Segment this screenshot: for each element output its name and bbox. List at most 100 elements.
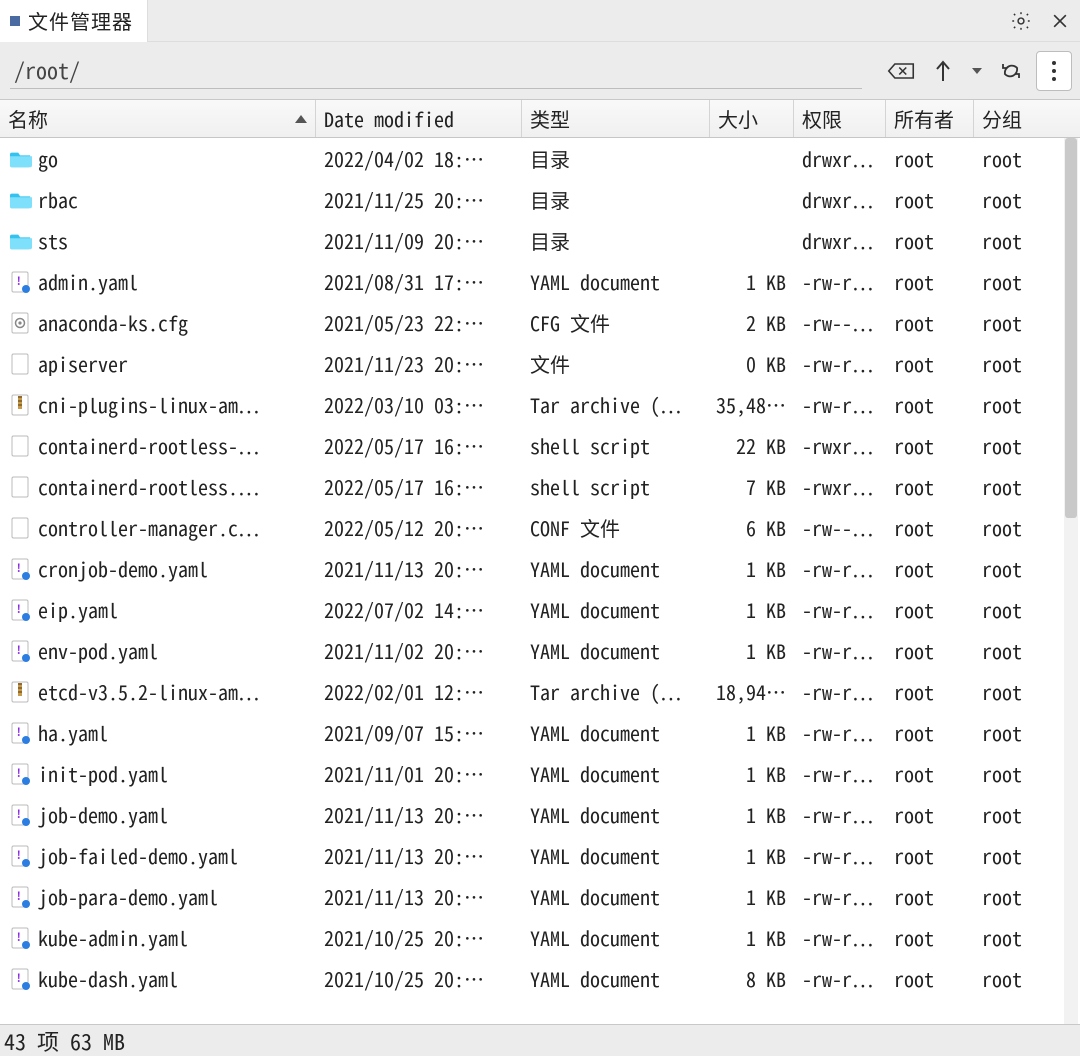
file-date: 2021/11/09 20:…: [316, 226, 522, 255]
file-icon: [10, 353, 32, 375]
close-icon[interactable]: [1050, 11, 1070, 31]
file-size: 22 KB: [710, 431, 794, 460]
file-size: 1 KB: [710, 595, 794, 624]
column-headers: 名称 Date modified 类型 大小 权限 所有者 分组: [0, 100, 1080, 138]
svg-text:!: !: [16, 560, 22, 576]
file-group: root: [974, 800, 1046, 829]
file-name: sts: [38, 226, 316, 255]
table-row[interactable]: !job-failed-demo.yaml2021/11/13 20:…YAML…: [0, 835, 1062, 876]
file-group: root: [974, 431, 1046, 460]
table-row[interactable]: !job-para-demo.yaml2021/11/13 20:…YAML d…: [0, 876, 1062, 917]
yaml-icon: !: [10, 968, 32, 990]
gear-icon[interactable]: [1010, 10, 1032, 32]
table-row[interactable]: controller-manager.c…2022/05/12 20:…CONF…: [0, 507, 1062, 548]
header-size[interactable]: 大小: [710, 100, 794, 137]
file-name: containerd-rootless-…: [38, 431, 316, 460]
scrollbar-thumb[interactable]: [1065, 138, 1077, 518]
file-perm: -rw-r…: [794, 800, 886, 829]
file-size: 1 KB: [710, 718, 794, 747]
file-type: YAML document: [522, 841, 710, 870]
file-type: YAML document: [522, 718, 710, 747]
table-row[interactable]: cni-plugins-linux-am…2022/03/10 03:…Tar …: [0, 384, 1062, 425]
table-row[interactable]: sts2021/11/09 20:…目录drwxr…rootroot: [0, 220, 1062, 261]
file-owner: root: [886, 923, 974, 952]
svg-text:!: !: [16, 273, 22, 289]
file-owner: root: [886, 431, 974, 460]
tar-icon: [10, 681, 32, 703]
svg-text:!: !: [16, 642, 22, 658]
svg-text:!: !: [16, 765, 22, 781]
file-name: admin.yaml: [38, 267, 316, 296]
file-date: 2022/04/02 18:…: [316, 144, 522, 173]
header-group[interactable]: 分组: [974, 100, 1046, 137]
file-owner: root: [886, 554, 974, 583]
tab-file-manager[interactable]: 文件管理器: [0, 0, 148, 42]
table-row[interactable]: !env-pod.yaml2021/11/02 20:…YAML documen…: [0, 630, 1062, 671]
file-size: 1 KB: [710, 923, 794, 952]
up-icon[interactable]: [926, 54, 960, 88]
table-row[interactable]: !kube-dash.yaml2021/10/25 20:…YAML docum…: [0, 958, 1062, 999]
svg-text:!: !: [16, 970, 22, 986]
tab-title: 文件管理器: [28, 6, 133, 35]
file-size: 35,48…: [710, 390, 794, 419]
file-date: 2021/10/25 20:…: [316, 964, 522, 993]
tar-icon: [10, 394, 32, 416]
status-text: 43 项 63 MB: [4, 1025, 125, 1056]
file-owner: root: [886, 882, 974, 911]
file-date: 2021/11/01 20:…: [316, 759, 522, 788]
file-name: job-failed-demo.yaml: [38, 841, 316, 870]
header-date[interactable]: Date modified: [316, 100, 522, 137]
yaml-icon: !: [10, 927, 32, 949]
file-group: root: [974, 964, 1046, 993]
file-owner: root: [886, 964, 974, 993]
table-row[interactable]: !ha.yaml2021/09/07 15:…YAML document1 KB…: [0, 712, 1062, 753]
table-row[interactable]: anaconda-ks.cfg2021/05/23 22:…CFG 文件2 KB…: [0, 302, 1062, 343]
address-bar: /root/: [0, 42, 1080, 100]
scrollbar[interactable]: [1064, 138, 1078, 1024]
file-perm: -rw--…: [794, 308, 886, 337]
file-name: go: [38, 144, 316, 173]
file-perm: -rw-r…: [794, 349, 886, 378]
file-group: root: [974, 677, 1046, 706]
refresh-icon[interactable]: [994, 54, 1028, 88]
table-row[interactable]: apiserver2021/11/23 20:…文件0 KB-rw-r…root…: [0, 343, 1062, 384]
file-date: 2022/07/02 14:…: [316, 595, 522, 624]
file-list-container: go2022/04/02 18:…目录drwxr…rootrootrbac202…: [0, 138, 1080, 1024]
file-group: root: [974, 308, 1046, 337]
table-row[interactable]: etcd-v3.5.2-linux-am…2022/02/01 12:…Tar …: [0, 671, 1062, 712]
backspace-icon[interactable]: [884, 54, 918, 88]
table-row[interactable]: !cronjob-demo.yaml2021/11/13 20:…YAML do…: [0, 548, 1062, 589]
file-owner: root: [886, 636, 974, 665]
chevron-down-icon[interactable]: [968, 54, 986, 88]
file-date: 2021/11/13 20:…: [316, 554, 522, 583]
header-name[interactable]: 名称: [0, 100, 316, 137]
file-group: root: [974, 718, 1046, 747]
file-perm: -rw-r…: [794, 923, 886, 952]
header-type[interactable]: 类型: [522, 100, 710, 137]
header-owner[interactable]: 所有者: [886, 100, 974, 137]
table-row[interactable]: !admin.yaml2021/08/31 17:…YAML document1…: [0, 261, 1062, 302]
file-date: 2021/11/02 20:…: [316, 636, 522, 665]
path-input[interactable]: /root/: [10, 53, 862, 89]
table-row[interactable]: containerd-rootless.…2022/05/17 16:…shel…: [0, 466, 1062, 507]
file-date: 2022/03/10 03:…: [316, 390, 522, 419]
table-row[interactable]: !kube-admin.yaml2021/10/25 20:…YAML docu…: [0, 917, 1062, 958]
table-row[interactable]: !eip.yaml2022/07/02 14:…YAML document1 K…: [0, 589, 1062, 630]
file-group: root: [974, 595, 1046, 624]
file-owner: root: [886, 144, 974, 173]
table-row[interactable]: rbac2021/11/25 20:…目录drwxr…rootroot: [0, 179, 1062, 220]
yaml-icon: !: [10, 599, 32, 621]
file-list[interactable]: go2022/04/02 18:…目录drwxr…rootrootrbac202…: [0, 138, 1062, 1024]
yaml-icon: !: [10, 640, 32, 662]
table-row[interactable]: !job-demo.yaml2021/11/13 20:…YAML docume…: [0, 794, 1062, 835]
table-row[interactable]: containerd-rootless-…2022/05/17 16:…shel…: [0, 425, 1062, 466]
svg-text:!: !: [16, 929, 22, 945]
file-date: 2021/09/07 15:…: [316, 718, 522, 747]
header-perm[interactable]: 权限: [794, 100, 886, 137]
table-row[interactable]: go2022/04/02 18:…目录drwxr…rootroot: [0, 138, 1062, 179]
file-name: cni-plugins-linux-am…: [38, 390, 316, 419]
menu-button[interactable]: [1036, 51, 1072, 91]
cfg-icon: [10, 312, 32, 334]
file-name: etcd-v3.5.2-linux-am…: [38, 677, 316, 706]
table-row[interactable]: !init-pod.yaml2021/11/01 20:…YAML docume…: [0, 753, 1062, 794]
